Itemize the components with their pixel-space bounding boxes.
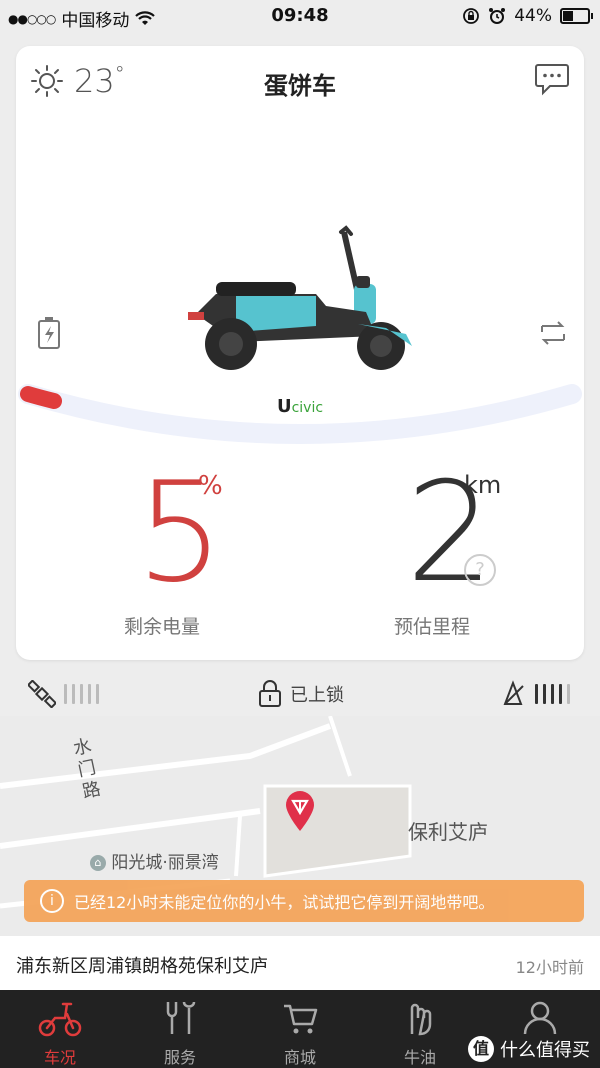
- user-icon: [523, 1001, 557, 1035]
- warning-text: 已经12小时未能定位你的小牛，试试把它停到开阔地带吧。: [74, 893, 495, 912]
- tab-service[interactable]: 服务: [120, 990, 240, 1068]
- scooter-icon: [38, 1002, 82, 1037]
- tab-label: 车况: [43, 1048, 76, 1067]
- watermark-text: 什么值得买: [500, 1040, 590, 1061]
- battery-label: 剩余电量: [124, 616, 201, 638]
- watermark-logo: 值: [468, 1036, 494, 1062]
- cart-icon: [284, 1004, 318, 1034]
- brand-logo: Ucivic: [16, 396, 584, 417]
- switch-vehicle-icon[interactable]: [536, 316, 570, 350]
- tab-vehicle[interactable]: 车况: [0, 990, 120, 1068]
- address-bar[interactable]: 浦东新区周浦镇朗格苑保利艾庐 12小时前: [0, 936, 600, 990]
- tab-label: 服务: [163, 1048, 196, 1067]
- info-icon: i: [40, 889, 64, 913]
- battery-percent: 44%: [514, 6, 552, 26]
- home-icon: ⌂: [90, 855, 106, 871]
- lock-label: 已上锁: [290, 685, 344, 706]
- gps-status: [28, 680, 99, 708]
- battery-icon: [560, 8, 593, 24]
- network-signal-bars: [535, 684, 570, 704]
- rotation-lock-icon: [463, 8, 480, 24]
- antenna-icon: [503, 680, 524, 705]
- address-text: 浦东新区周浦镇朗格苑保利艾庐: [16, 956, 268, 977]
- vehicle-name: 蛋饼车: [264, 72, 336, 100]
- status-right: 44%: [462, 6, 593, 26]
- battery-unit: %: [198, 471, 223, 501]
- status-bar: ●●○○○ 中国移动 09:48 44%: [0, 0, 600, 34]
- vehicle-status-row: 已上锁: [0, 672, 600, 716]
- brand-u: U: [276, 396, 292, 417]
- brand-name: civic: [291, 400, 324, 416]
- watermark: 值 什么值得买: [468, 1036, 590, 1062]
- range-help-button[interactable]: ?: [464, 554, 496, 586]
- lock-status[interactable]: 已上锁: [258, 680, 344, 708]
- tab-label: 商城: [283, 1048, 316, 1067]
- tab-bar: 车况 服务 商城 牛油 我 值 什么值得买: [0, 990, 600, 1068]
- gps-signal-bars: [64, 684, 99, 704]
- lock-icon: [259, 680, 281, 707]
- wrench-icon: [166, 1001, 196, 1034]
- place-label: 保利艾庐: [408, 820, 488, 844]
- tab-community[interactable]: 牛油: [360, 990, 480, 1068]
- alarm-icon: [489, 8, 506, 24]
- tab-label: 牛油: [403, 1048, 436, 1067]
- message-button[interactable]: [534, 62, 570, 100]
- battery-charge-icon[interactable]: [34, 316, 64, 350]
- community-label: ⌂ 阳光城·丽景湾: [90, 848, 219, 873]
- chat-bubble-icon: [535, 64, 569, 96]
- address-time: 12小时前: [515, 958, 584, 977]
- location-warning-banner: i 已经12小时未能定位你的小牛，试试把它停到开阔地带吧。: [24, 880, 584, 922]
- vehicle-location-pin-icon[interactable]: [284, 790, 316, 832]
- tab-shop[interactable]: 商城: [240, 990, 360, 1068]
- range-label: 预估里程: [394, 616, 471, 638]
- vehicle-card: 23° 蛋饼车 Ucivic 5 % 2 km ? 剩余电量 预估里程: [16, 46, 584, 660]
- network-status: [501, 680, 570, 708]
- hand-icon: [410, 1003, 432, 1036]
- scooter-image: [188, 225, 412, 370]
- satellite-icon: [28, 680, 56, 708]
- range-unit: km: [464, 471, 502, 499]
